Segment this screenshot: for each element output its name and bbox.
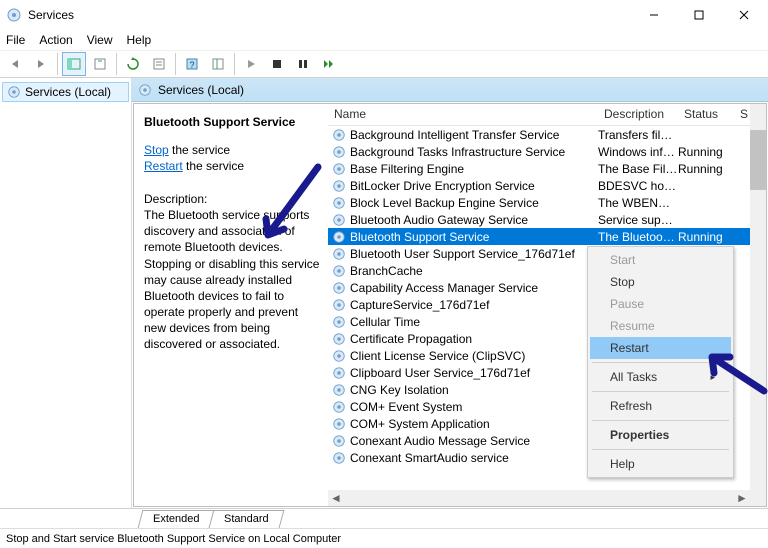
maximize-button[interactable] bbox=[676, 1, 721, 29]
scroll-left[interactable]: ◄ bbox=[328, 490, 344, 506]
menu-help[interactable]: Help bbox=[127, 33, 152, 47]
svg-text:?: ? bbox=[189, 60, 194, 70]
annotation-arrow-icon bbox=[256, 163, 326, 253]
ctx-resume: Resume bbox=[590, 315, 731, 337]
tab-extended[interactable]: Extended bbox=[138, 510, 215, 528]
minimize-button[interactable] bbox=[631, 1, 676, 29]
column-headers: Name Description Status S bbox=[328, 104, 766, 126]
tree-item-label: Services (Local) bbox=[25, 85, 111, 99]
column-startup[interactable]: S bbox=[734, 104, 747, 125]
titlebar: Services bbox=[0, 0, 768, 30]
window-title: Services bbox=[28, 8, 631, 22]
ctx-properties[interactable]: Properties bbox=[590, 424, 731, 446]
content: Services (Local) Services (Local) Blueto… bbox=[0, 78, 768, 508]
vertical-scrollbar[interactable] bbox=[750, 104, 766, 506]
forward-button[interactable] bbox=[29, 52, 53, 76]
menu-file[interactable]: File bbox=[6, 33, 25, 47]
export-list-button[interactable] bbox=[88, 52, 112, 76]
toolbar: ? bbox=[0, 50, 768, 78]
horizontal-scrollbar[interactable]: ◄ ► bbox=[328, 490, 750, 506]
restart-service-button[interactable] bbox=[317, 52, 341, 76]
gear-icon bbox=[332, 434, 346, 448]
gear-icon bbox=[332, 213, 346, 227]
select-columns-button[interactable] bbox=[206, 52, 230, 76]
show-hide-tree-button[interactable] bbox=[62, 52, 86, 76]
services-app-icon bbox=[6, 7, 22, 23]
service-row[interactable]: BitLocker Drive Encryption ServiceBDESVC… bbox=[328, 177, 766, 194]
annotation-arrow-icon bbox=[702, 349, 768, 399]
stop-link[interactable]: Stop bbox=[144, 143, 169, 157]
service-row[interactable]: Bluetooth Audio Gateway ServiceService s… bbox=[328, 211, 766, 228]
service-row[interactable]: Base Filtering EngineThe Base Filt…Runni… bbox=[328, 160, 766, 177]
refresh-button[interactable] bbox=[121, 52, 145, 76]
service-row[interactable]: Block Level Backup Engine ServiceThe WBE… bbox=[328, 194, 766, 211]
gear-icon bbox=[332, 383, 346, 397]
service-row[interactable]: Bluetooth Support ServiceThe Bluetoo…Run… bbox=[328, 228, 766, 245]
stop-service-button[interactable] bbox=[265, 52, 289, 76]
gear-icon bbox=[332, 264, 346, 278]
gear-icon bbox=[332, 298, 346, 312]
pause-service-button[interactable] bbox=[291, 52, 315, 76]
tree-pane: Services (Local) bbox=[0, 78, 132, 508]
selected-service-name: Bluetooth Support Service bbox=[144, 114, 320, 130]
ctx-start: Start bbox=[590, 249, 731, 271]
list-pane: Name Description Status S Background Int… bbox=[328, 104, 766, 506]
scroll-thumb[interactable] bbox=[750, 130, 766, 190]
statusbar: Stop and Start service Bluetooth Support… bbox=[0, 528, 768, 548]
close-button[interactable] bbox=[721, 1, 766, 29]
gear-icon bbox=[332, 400, 346, 414]
help-button[interactable]: ? bbox=[180, 52, 204, 76]
gear-icon bbox=[332, 196, 346, 210]
back-button[interactable] bbox=[3, 52, 27, 76]
menubar: File Action View Help bbox=[0, 30, 768, 50]
scroll-right[interactable]: ► bbox=[734, 490, 750, 506]
gear-icon bbox=[332, 332, 346, 346]
gear-icon bbox=[332, 349, 346, 363]
gear-icon bbox=[138, 83, 152, 97]
gear-icon bbox=[332, 247, 346, 261]
gear-icon bbox=[332, 128, 346, 142]
menu-view[interactable]: View bbox=[87, 33, 113, 47]
gear-icon bbox=[332, 145, 346, 159]
tab-standard[interactable]: Standard bbox=[209, 510, 284, 528]
gear-icon bbox=[332, 366, 346, 380]
gear-icon bbox=[332, 162, 346, 176]
gear-icon bbox=[332, 179, 346, 193]
properties-button[interactable] bbox=[147, 52, 171, 76]
view-tabs: Extended Standard bbox=[0, 508, 768, 528]
detail-header-title: Services (Local) bbox=[158, 83, 244, 97]
detail-header: Services (Local) bbox=[132, 78, 768, 102]
service-row[interactable]: Background Tasks Infrastructure ServiceW… bbox=[328, 143, 766, 160]
detail-pane: Services (Local) Bluetooth Support Servi… bbox=[132, 78, 768, 508]
service-row[interactable]: Background Intelligent Transfer ServiceT… bbox=[328, 126, 766, 143]
gear-icon bbox=[332, 315, 346, 329]
window-buttons bbox=[631, 1, 766, 29]
column-name[interactable]: Name bbox=[328, 104, 598, 125]
column-status[interactable]: Status bbox=[678, 104, 734, 125]
column-desc[interactable]: Description bbox=[598, 104, 678, 125]
gear-icon bbox=[332, 230, 346, 244]
ctx-help[interactable]: Help bbox=[590, 453, 731, 475]
gear-icon bbox=[332, 417, 346, 431]
restart-link[interactable]: Restart bbox=[144, 159, 183, 173]
start-service-button[interactable] bbox=[239, 52, 263, 76]
menu-action[interactable]: Action bbox=[39, 33, 72, 47]
gear-icon bbox=[332, 281, 346, 295]
gear-icon bbox=[7, 85, 21, 99]
tree-item-services-local[interactable]: Services (Local) bbox=[2, 82, 129, 102]
ctx-stop[interactable]: Stop bbox=[590, 271, 731, 293]
ctx-pause: Pause bbox=[590, 293, 731, 315]
gear-icon bbox=[332, 451, 346, 465]
